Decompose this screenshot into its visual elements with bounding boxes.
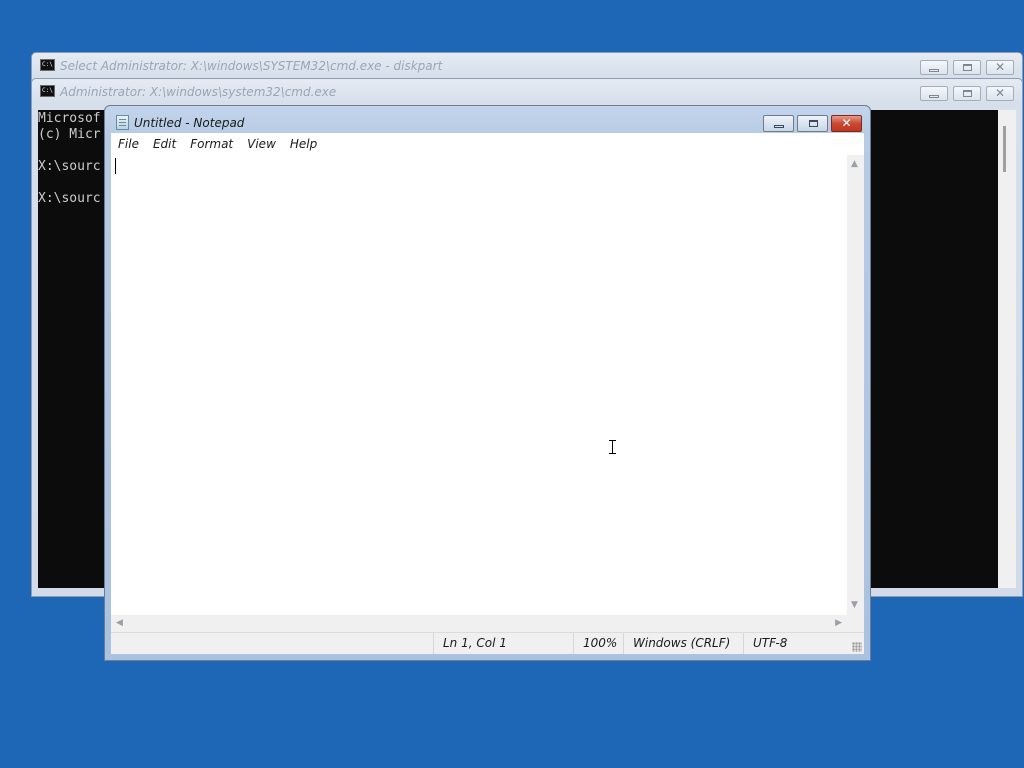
maximize-icon [963, 90, 972, 97]
minimize-button[interactable] [920, 60, 948, 75]
close-icon: ✕ [994, 60, 1006, 74]
menu-view[interactable]: View [240, 133, 283, 154]
menu-format[interactable]: Format [183, 133, 240, 154]
maximize-icon [809, 120, 818, 127]
scroll-right-icon[interactable]: ▶ [835, 619, 842, 628]
window-title: Select Administrator: X:\windows\SYSTEM3… [60, 59, 443, 73]
horizontal-scrollbar[interactable]: ◀ ▶ [111, 615, 847, 632]
scroll-left-icon[interactable]: ◀ [116, 619, 123, 628]
close-icon: ✕ [994, 86, 1006, 100]
scroll-up-icon[interactable]: ▲ [851, 160, 858, 169]
resize-grip-icon[interactable] [852, 642, 862, 652]
menu-bar: File Edit Format View Help [111, 133, 864, 154]
scrollbar-thumb[interactable] [1003, 126, 1006, 172]
minimize-button[interactable] [920, 86, 948, 101]
notepad-client: File Edit Format View Help ▲ ▼ ◀ ▶ Ln 1,… [111, 133, 864, 654]
menu-edit[interactable]: Edit [146, 133, 183, 154]
console-scrollbar[interactable] [998, 110, 1016, 588]
minimize-icon [929, 95, 939, 98]
vertical-scrollbar[interactable]: ▲ ▼ [847, 155, 864, 615]
close-button[interactable]: ✕ [986, 60, 1014, 75]
window-title: Untitled - Notepad [134, 116, 245, 130]
scrollbar-corner [847, 615, 864, 632]
status-line-ending: Windows (CRLF) [623, 633, 743, 654]
minimize-icon [774, 125, 784, 128]
maximize-button[interactable] [953, 60, 981, 75]
close-button[interactable]: ✕ [986, 86, 1014, 101]
notepad-window[interactable]: Untitled - Notepad ✕ File Edit Format Vi… [104, 105, 871, 661]
title-bar[interactable]: Select Administrator: X:\windows\SYSTEM3… [32, 53, 1022, 79]
minimize-icon [929, 69, 939, 72]
scroll-down-icon[interactable]: ▼ [851, 601, 858, 610]
status-position: Ln 1, Col 1 [433, 633, 573, 654]
minimize-button[interactable] [763, 115, 794, 132]
status-zoom: 100% [573, 633, 623, 654]
title-bar[interactable]: Administrator: X:\windows\system32\cmd.e… [32, 79, 1022, 105]
menu-help[interactable]: Help [283, 133, 324, 154]
maximize-icon [963, 64, 972, 71]
notepad-icon [116, 115, 129, 130]
menu-file[interactable]: File [111, 133, 146, 154]
window-title: Administrator: X:\windows\system32\cmd.e… [60, 85, 337, 99]
title-bar[interactable]: Untitled - Notepad ✕ [105, 106, 870, 133]
close-icon: ✕ [841, 116, 852, 130]
cmd-icon [40, 59, 55, 71]
status-encoding: UTF-8 [743, 633, 853, 654]
text-caret [115, 158, 116, 174]
maximize-button[interactable] [953, 86, 981, 101]
status-bar: Ln 1, Col 1 100% Windows (CRLF) UTF-8 [111, 632, 864, 654]
maximize-button[interactable] [797, 115, 828, 132]
cmd-icon [40, 85, 55, 97]
close-button[interactable]: ✕ [831, 115, 862, 132]
ibeam-cursor-icon [609, 440, 616, 454]
text-editor[interactable] [111, 155, 847, 615]
